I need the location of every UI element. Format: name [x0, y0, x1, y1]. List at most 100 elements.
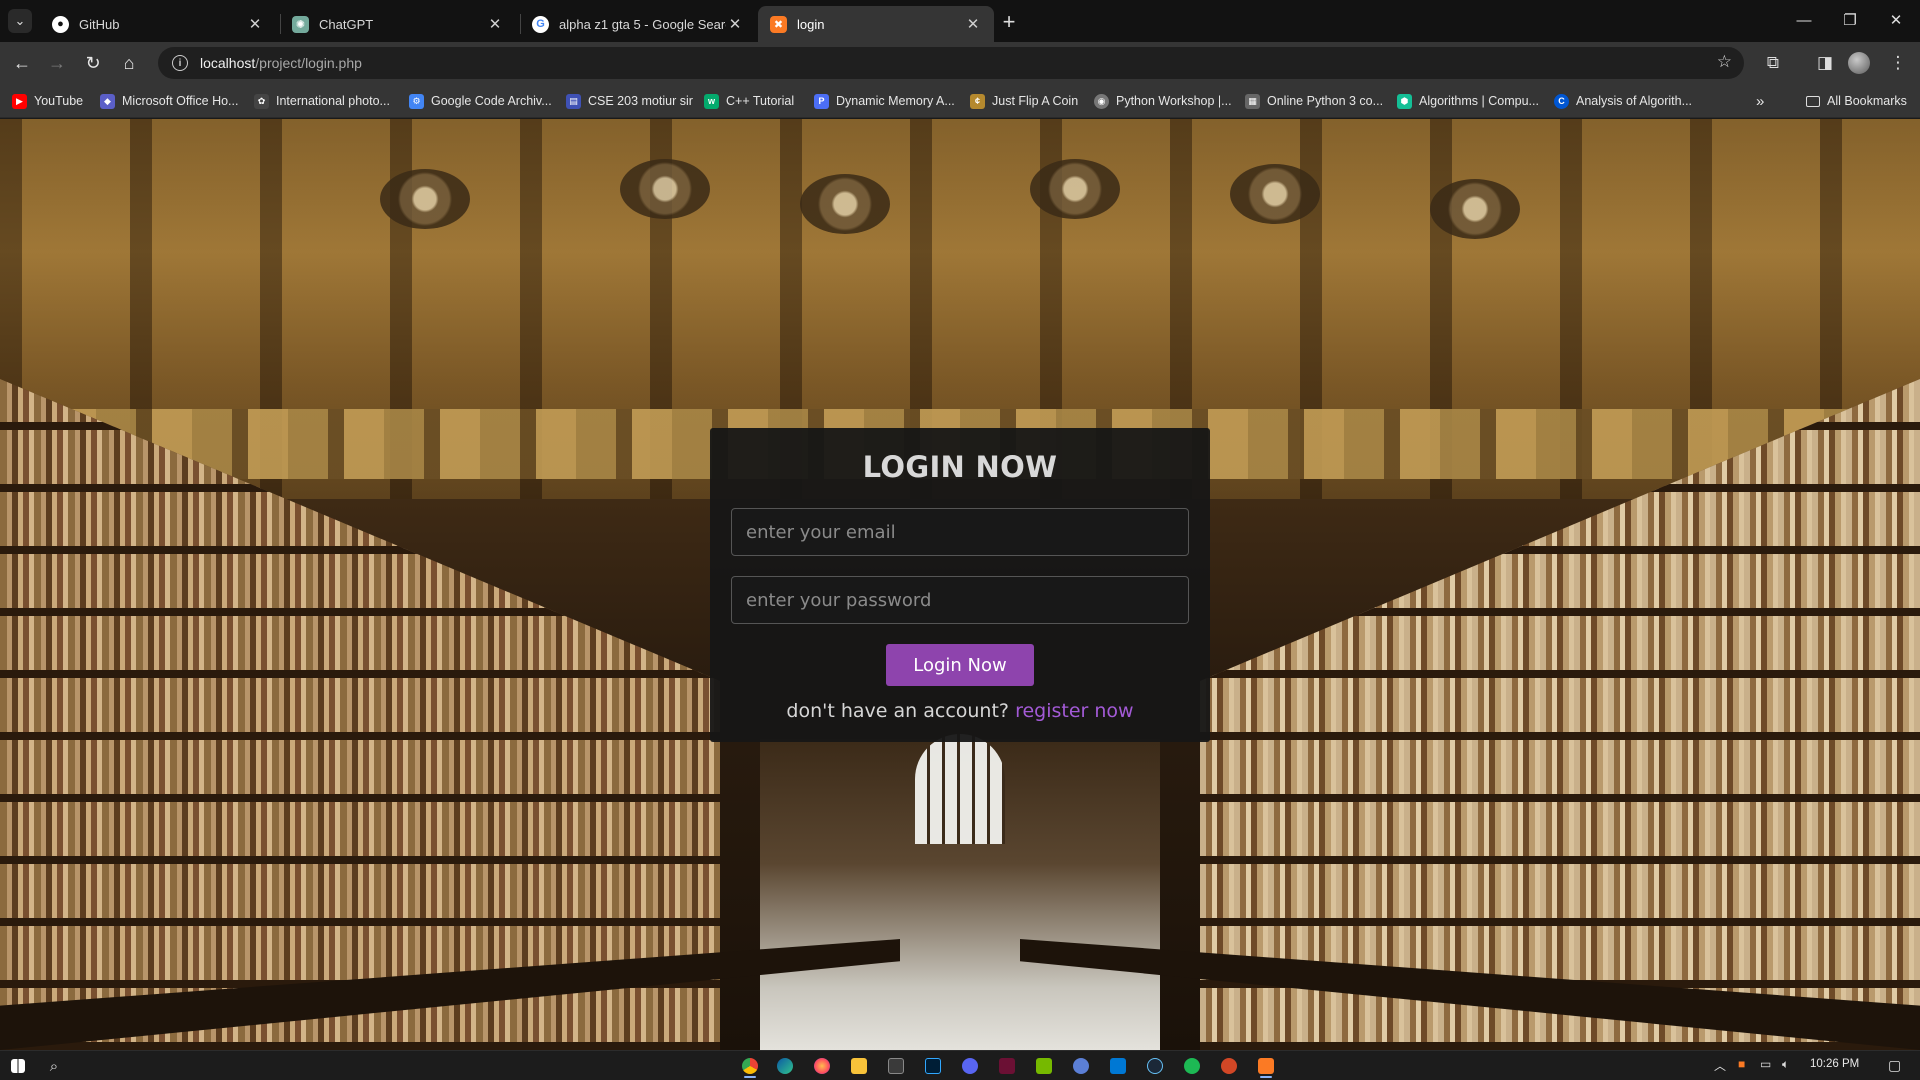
bookmark-cpp-tutorial[interactable]: w C++ Tutorial	[704, 90, 794, 112]
discord-icon[interactable]	[958, 1054, 982, 1078]
bookmark-google-code[interactable]: ⚙ Google Code Archiv...	[409, 90, 552, 112]
bookmark-label: CSE 203 motiur sir	[588, 94, 693, 108]
forward-icon[interactable]: →	[44, 50, 70, 76]
ceiling-ornament	[1030, 159, 1120, 219]
spotify-icon[interactable]	[1180, 1054, 1204, 1078]
file-explorer-icon[interactable]	[847, 1054, 871, 1078]
compiler-icon: ▦	[1245, 93, 1260, 109]
notifications-icon[interactable]: ▢	[1888, 1057, 1901, 1074]
firefox-icon[interactable]	[810, 1054, 834, 1078]
bookmark-flip-coin[interactable]: ¢ Just Flip A Coin	[970, 90, 1078, 112]
windows-start-icon[interactable]	[6, 1054, 30, 1078]
bookmark-label: Algorithms | Compu...	[1419, 94, 1539, 108]
window-close-icon[interactable]: ✕	[1882, 8, 1910, 32]
bookmark-label: Online Python 3 co...	[1267, 94, 1384, 108]
taskbar-clock[interactable]: 10:26 PM	[1810, 1058, 1859, 1070]
classroom-icon: ▤	[566, 93, 581, 109]
bookmark-analysis-algorithms[interactable]: C Analysis of Algorith...	[1554, 90, 1692, 112]
windows-taskbar: ⌕ ︿ ■ ▭ 🔈︎ ▢	[0, 1050, 1920, 1080]
khan-icon: ⬢	[1397, 93, 1412, 109]
bookmark-algorithms[interactable]: ⬢ Algorithms | Compu...	[1397, 90, 1539, 112]
ceiling-ornament	[800, 174, 890, 234]
url-host: localhost	[200, 55, 256, 71]
google-icon: G	[532, 15, 549, 33]
bookmark-photo[interactable]: ✿ International photo...	[254, 90, 390, 112]
ceiling-ornament	[380, 169, 470, 229]
bookmark-python-workshop[interactable]: ◉ Python Workshop |...	[1094, 90, 1232, 112]
back-icon[interactable]: ←	[9, 50, 35, 76]
more-bookmarks-icon[interactable]: »	[1756, 90, 1764, 112]
steam-icon[interactable]	[1143, 1054, 1167, 1078]
vegas-icon[interactable]	[995, 1054, 1019, 1078]
tab-title: login	[797, 16, 825, 32]
reload-icon[interactable]: ↻	[80, 50, 106, 76]
bookmark-label: International photo...	[276, 94, 390, 108]
calculator-icon[interactable]	[884, 1054, 908, 1078]
new-tab-button[interactable]: +	[996, 9, 1022, 35]
extensions-icon[interactable]: ⧉	[1761, 51, 1785, 75]
login-button[interactable]: Login Now	[886, 644, 1034, 686]
bookmark-cse203[interactable]: ▤ CSE 203 motiur sir	[566, 90, 693, 112]
browser-icon[interactable]	[1069, 1054, 1093, 1078]
address-bar[interactable]: i localhost/project/login.php ☆	[158, 47, 1744, 79]
site-info-icon[interactable]: i	[172, 55, 188, 71]
bookmark-label: Analysis of Algorith...	[1576, 94, 1693, 108]
powerpoint-icon[interactable]	[1217, 1054, 1241, 1078]
tab-github[interactable]: ● GitHub ✕	[40, 6, 276, 42]
password-field[interactable]	[731, 576, 1189, 624]
bookmark-label: All Bookmarks	[1827, 94, 1907, 108]
close-icon[interactable]: ✕	[246, 15, 264, 33]
email-field[interactable]	[731, 508, 1189, 556]
bookmark-youtube[interactable]: ▶ YouTube	[12, 90, 83, 112]
bookmark-label: C++ Tutorial	[726, 94, 795, 108]
bookmark-label: Microsoft Office Ho...	[122, 94, 239, 108]
tab-login[interactable]: ✖ login ✕	[758, 6, 994, 42]
register-link[interactable]: register now	[1015, 700, 1134, 722]
w3-icon: w	[704, 93, 719, 109]
tab-google-search[interactable]: G alpha z1 gta 5 - Google Search ✕	[520, 6, 756, 42]
coin-icon: ¢	[970, 93, 985, 109]
all-bookmarks-folder[interactable]: All Bookmarks	[1806, 90, 1907, 112]
search-icon[interactable]: ⌕	[42, 1054, 66, 1078]
programiz-icon: P	[814, 93, 829, 109]
register-prompt-line: don't have an account? register now	[730, 700, 1190, 722]
close-icon[interactable]: ✕	[964, 15, 982, 33]
bookmarks-bar: ▶ YouTube ◆ Microsoft Office Ho... ✿ Int…	[0, 84, 1920, 118]
minimize-icon[interactable]: —	[1790, 8, 1818, 32]
office-icon: ◆	[100, 93, 115, 109]
bookmark-online-python[interactable]: ▦ Online Python 3 co...	[1245, 90, 1383, 112]
menu-kebab-icon[interactable]: ⋮	[1886, 51, 1910, 75]
xampp-icon[interactable]	[1254, 1054, 1278, 1078]
tab-title: alpha z1 gta 5 - Google Search	[559, 16, 726, 32]
photoshop-icon[interactable]	[921, 1054, 945, 1078]
ceiling-ornament	[620, 159, 710, 219]
network-icon[interactable]: ▭	[1760, 1057, 1771, 1071]
home-icon[interactable]: ⌂	[116, 50, 142, 76]
xampp-tray-icon[interactable]: ■	[1738, 1057, 1745, 1071]
tab-strip: ⌄ ● GitHub ✕ ✺ ChatGPT ✕ G alpha z1 gta …	[0, 0, 1920, 42]
coursera-icon: C	[1554, 93, 1569, 109]
vscode-icon[interactable]	[1106, 1054, 1130, 1078]
profile-avatar[interactable]	[1848, 52, 1870, 74]
bookmark-label: Python Workshop |...	[1116, 94, 1232, 108]
chrome-icon[interactable]	[738, 1054, 762, 1078]
tab-search-button[interactable]: ⌄	[8, 9, 32, 33]
github-icon: ●	[52, 15, 69, 33]
tray-overflow-icon[interactable]: ︿	[1714, 1057, 1726, 1074]
tab-chatgpt[interactable]: ✺ ChatGPT ✕	[280, 6, 516, 42]
close-icon[interactable]: ✕	[486, 15, 504, 33]
windows-logo-glyph	[11, 1059, 25, 1073]
edge-icon[interactable]	[773, 1054, 797, 1078]
code-icon: ⚙	[409, 93, 424, 109]
bookmark-dynamic-memory[interactable]: P Dynamic Memory A...	[814, 90, 955, 112]
photo-icon: ✿	[254, 93, 269, 109]
volume-icon[interactable]: 🔈︎	[1782, 1057, 1789, 1072]
nvidia-icon[interactable]	[1032, 1054, 1056, 1078]
chatgpt-icon: ✺	[292, 15, 309, 33]
side-panel-icon[interactable]: ◨	[1813, 51, 1837, 75]
restore-icon[interactable]: ❐	[1836, 8, 1864, 32]
bookmark-office[interactable]: ◆ Microsoft Office Ho...	[100, 90, 238, 112]
tab-title: GitHub	[79, 16, 120, 32]
bookmark-star-icon[interactable]: ☆	[1717, 52, 1732, 72]
close-icon[interactable]: ✕	[726, 15, 744, 33]
